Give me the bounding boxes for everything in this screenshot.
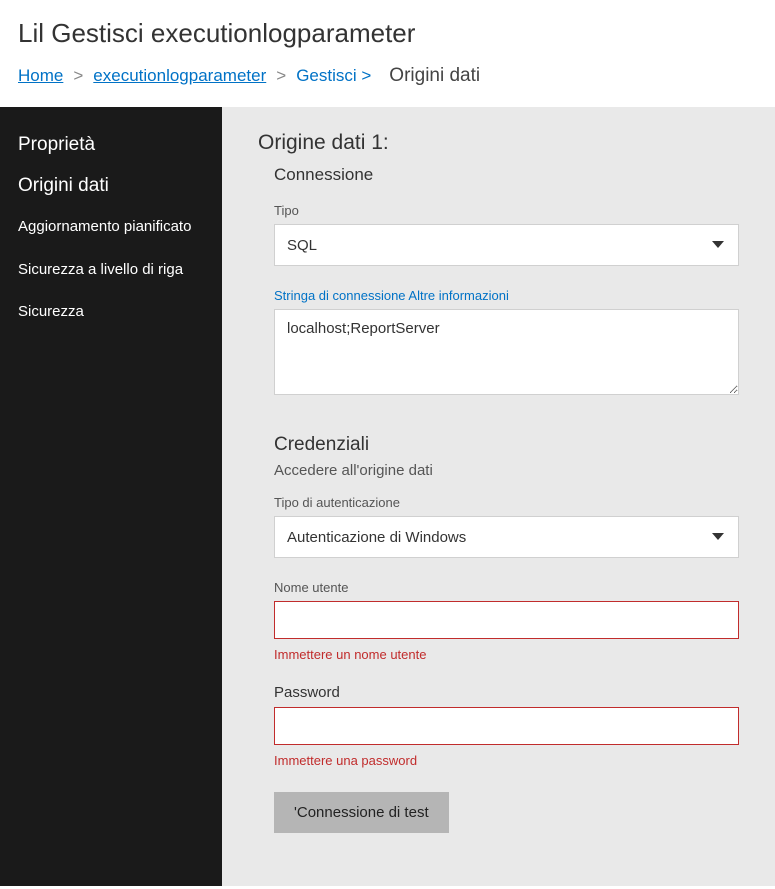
sidebar-item-row-level-security[interactable]: Sicurezza a livello di riga <box>0 249 222 292</box>
sidebar-item-scheduled-refresh[interactable]: Aggiornamento pianificato <box>0 206 222 249</box>
type-label: Tipo <box>274 203 739 218</box>
password-label: Password <box>274 684 739 701</box>
auth-type-select[interactable]: Autenticazione di Windows <box>274 516 739 558</box>
username-error: Immettere un nome utente <box>274 647 739 662</box>
page-title: Lil Gestisci executionlogparameter <box>18 18 757 49</box>
sidebar: Proprietà Origini dati Aggiornamento pia… <box>0 107 222 886</box>
credentials-subtext: Accedere all'origine dati <box>274 462 739 479</box>
credentials-heading: Credenziali <box>274 434 739 456</box>
password-error: Immettere una password <box>274 753 739 768</box>
chevron-right-icon: > <box>272 66 290 86</box>
sidebar-item-datasources[interactable]: Origini dati <box>0 166 222 207</box>
username-label: Nome utente <box>274 580 739 595</box>
username-input[interactable] <box>274 601 739 639</box>
breadcrumb-current: Origini dati <box>389 65 480 87</box>
datasource-title: Origine dati 1: <box>258 131 739 155</box>
connection-string-input[interactable]: localhost;ReportServer <box>274 309 739 395</box>
breadcrumb-home[interactable]: Home <box>18 66 63 86</box>
sidebar-item-security[interactable]: Sicurezza <box>0 291 222 334</box>
type-select[interactable]: SQL <box>274 224 739 266</box>
breadcrumb-executionlogparameter[interactable]: executionlogparameter <box>93 66 266 86</box>
chevron-right-icon: > <box>69 66 87 86</box>
auth-type-label: Tipo di autenticazione <box>274 495 739 510</box>
sidebar-item-properties[interactable]: Proprietà <box>0 125 222 166</box>
content-pane: Origine dati 1: Connessione Tipo SQL Str… <box>222 107 775 886</box>
page-header: Lil Gestisci executionlogparameter Home … <box>0 0 775 107</box>
breadcrumb: Home > executionlogparameter > Gestisci … <box>18 65 757 87</box>
connection-heading: Connessione <box>274 165 739 185</box>
connection-string-label[interactable]: Stringa di connessione Altre informazion… <box>274 288 739 303</box>
password-input[interactable] <box>274 707 739 745</box>
breadcrumb-manage[interactable]: Gestisci > <box>296 66 371 86</box>
test-connection-button[interactable]: 'Connessione di test <box>274 792 449 833</box>
